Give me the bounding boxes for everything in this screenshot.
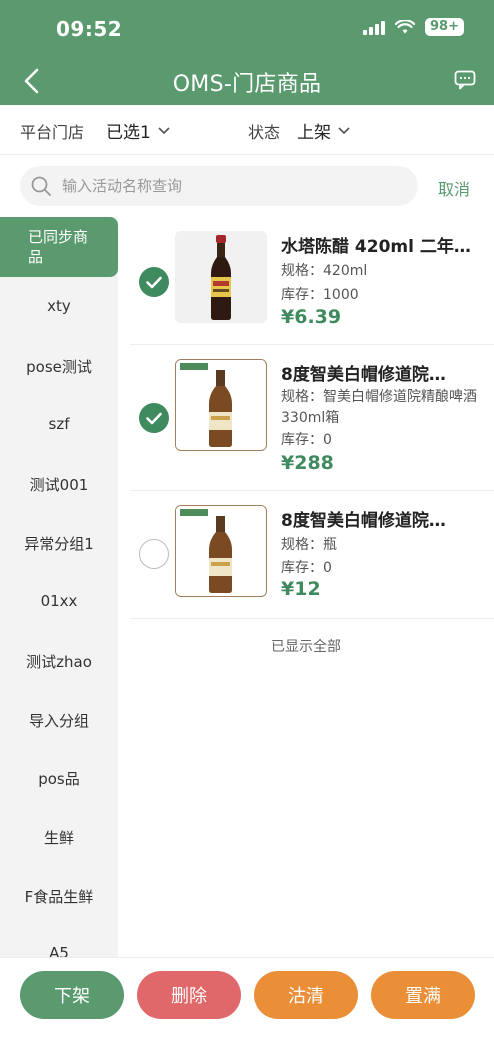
chat-icon[interactable] — [454, 70, 476, 90]
sidebar-item[interactable]: 导入分组 — [0, 710, 118, 731]
sidebar-item[interactable]: 测试zhao — [0, 651, 118, 672]
divider — [130, 618, 494, 619]
chevron-down-icon — [158, 126, 170, 134]
cancel-button[interactable]: 取消 — [438, 176, 470, 200]
product-item[interactable]: 水塔陈醋 420ml 二年… 规格：420ml 库存：1000 ¥6.39 — [130, 217, 494, 345]
search-bar — [20, 166, 418, 206]
status-icons: 98+ — [363, 18, 464, 36]
category-sidebar: 已同步商 品 xty pose测试 szf 测试001 异常分组1 01xx 测… — [0, 217, 118, 957]
sidebar-item[interactable]: A5 — [0, 944, 118, 957]
sidebar-item[interactable]: 测试001 — [0, 474, 118, 495]
status-filter-value: 上架 — [297, 123, 331, 143]
page-title: OMS-门店商品 — [172, 72, 322, 97]
app-header: 09:52 98+ OMS-门店商品 — [0, 0, 494, 105]
search-icon — [31, 176, 51, 196]
sidebar-item[interactable]: 01xx — [0, 592, 118, 610]
product-price: ¥288 — [281, 452, 334, 474]
product-price: ¥6.39 — [281, 306, 342, 328]
list-end-text: 已显示全部 — [271, 639, 341, 655]
status-time: 09:52 — [56, 17, 123, 41]
product-item[interactable]: 8度智美白帽修道院… 规格：智美白帽修道院精酿啤酒330ml箱 库存：0 ¥28… — [130, 345, 494, 491]
clear-stock-button[interactable]: 沽清 — [254, 971, 358, 1019]
product-image — [175, 359, 267, 451]
check-icon — [146, 276, 162, 289]
sidebar-item-label: 已同步商 — [28, 228, 89, 246]
action-bar: 下架 删除 沽清 置满 — [0, 957, 494, 1062]
product-stock: 库存：0 — [281, 432, 332, 448]
product-name: 8度智美白帽修道院… — [281, 365, 446, 385]
filter-bar: 平台门店 已选1 状态 上架 — [0, 105, 494, 155]
sidebar-item[interactable]: 异常分组1 — [0, 533, 118, 554]
battery-indicator: 98+ — [425, 18, 464, 36]
product-spec: 规格：智美白帽修道院精酿啤酒330ml箱 — [281, 389, 477, 426]
sidebar-item[interactable]: pose测试 — [0, 356, 118, 377]
status-filter-dropdown[interactable]: 上架 — [297, 118, 351, 143]
sidebar-item-synced[interactable]: 已同步商 品 — [0, 217, 118, 277]
signal-icon — [363, 19, 386, 35]
status-filter-label: 状态 — [248, 123, 281, 142]
sidebar-item-label: 品 — [28, 248, 44, 266]
checkbox-checked[interactable] — [139, 267, 169, 297]
checkbox-unchecked[interactable] — [139, 539, 169, 569]
product-item[interactable]: 8度智美白帽修道院… 规格：瓶 库存：0 ¥12 — [130, 491, 494, 619]
chevron-down-icon — [338, 126, 350, 134]
product-price: ¥12 — [281, 578, 321, 600]
wifi-icon — [395, 19, 416, 33]
product-image — [175, 231, 267, 323]
product-spec: 规格：瓶 — [281, 537, 337, 553]
fill-stock-button[interactable]: 置满 — [371, 971, 475, 1019]
check-icon — [146, 412, 162, 425]
product-spec: 规格：420ml — [281, 263, 368, 279]
product-name: 水塔陈醋 420ml 二年… — [281, 237, 471, 257]
checkbox-checked[interactable] — [139, 403, 169, 433]
delete-button[interactable]: 删除 — [137, 971, 241, 1019]
sidebar-item[interactable]: 生鲜 — [0, 827, 118, 848]
product-stock: 库存：0 — [281, 560, 332, 576]
sidebar-item[interactable]: F食品生鲜 — [0, 886, 118, 907]
store-filter-value: 已选1 — [106, 123, 151, 143]
off-shelf-button[interactable]: 下架 — [20, 971, 124, 1019]
sidebar-item[interactable]: szf — [0, 415, 118, 433]
product-name: 8度智美白帽修道院… — [281, 511, 446, 531]
store-filter-dropdown[interactable]: 已选1 — [106, 118, 171, 143]
product-image — [175, 505, 267, 597]
product-stock: 库存：1000 — [281, 287, 359, 303]
beer-bottle-icon — [176, 360, 265, 449]
sidebar-item[interactable]: pos品 — [0, 768, 118, 789]
sidebar-item[interactable]: xty — [0, 297, 118, 315]
store-filter-label: 平台门店 — [20, 123, 85, 142]
search-input[interactable] — [62, 173, 402, 199]
vinegar-bottle-icon — [175, 231, 267, 323]
beer-bottle-icon — [176, 506, 265, 595]
